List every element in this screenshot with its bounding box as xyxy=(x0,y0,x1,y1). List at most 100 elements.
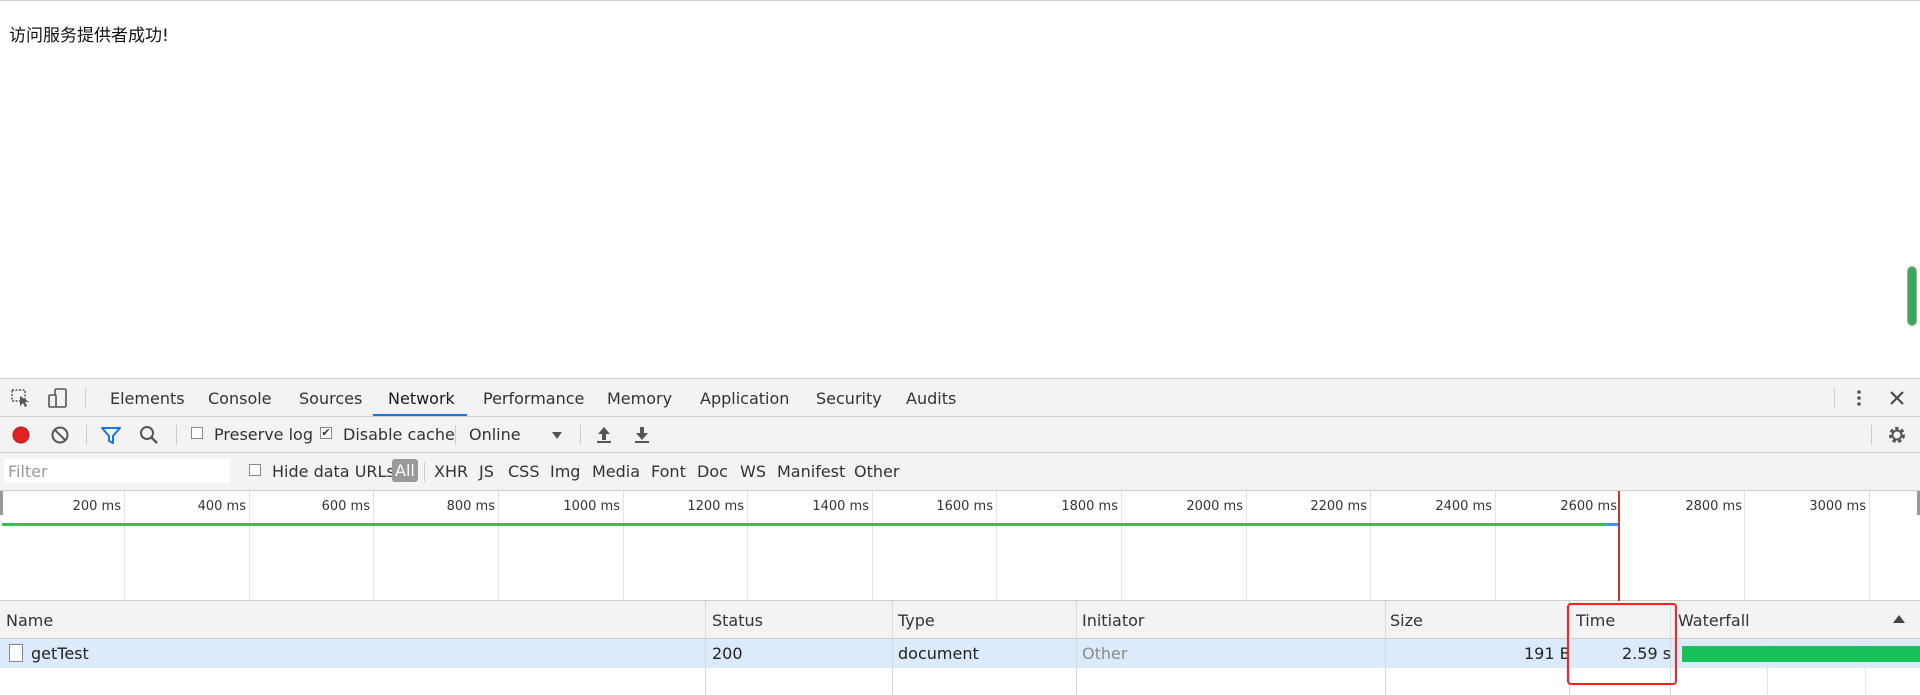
filter-type-css[interactable]: CSS xyxy=(508,462,539,481)
cell-status: 200 xyxy=(712,644,743,663)
overview-gridline xyxy=(124,491,125,601)
overview-tick-label: 1000 ms xyxy=(563,499,620,514)
column-header-name[interactable]: Name xyxy=(6,611,53,630)
cell-time: 2.59 s xyxy=(1622,644,1672,663)
column-header-time[interactable]: Time xyxy=(1576,611,1615,630)
filter-divider xyxy=(424,462,425,482)
cell-initiator: Other xyxy=(1082,644,1128,663)
page-scrollbar[interactable] xyxy=(1908,267,1916,325)
tab-security[interactable]: Security xyxy=(816,389,882,408)
devtools-tabbar: Elements Console Sources Network Perform… xyxy=(0,379,1920,417)
cell-name[interactable]: getTest xyxy=(31,644,89,663)
column-divider[interactable] xyxy=(892,601,893,695)
tabbar-divider xyxy=(85,388,86,408)
filter-type-img[interactable]: Img xyxy=(550,462,580,481)
waterfall-bar[interactable] xyxy=(1682,646,1920,662)
column-header-initiator[interactable]: Initiator xyxy=(1082,611,1144,630)
network-filter-bar: Hide data URLs All XHR JS CSS Img Media … xyxy=(0,453,1920,491)
hide-data-urls-checkbox[interactable] xyxy=(249,464,261,476)
column-header-status[interactable]: Status xyxy=(712,611,763,630)
active-tab-indicator xyxy=(373,414,467,416)
tab-audits[interactable]: Audits xyxy=(906,389,956,408)
disable-cache-checkbox[interactable]: ✔ xyxy=(320,427,332,439)
requests-table: Name Status Type Initiator Size Time Wat… xyxy=(0,601,1920,695)
filter-type-xhr[interactable]: XHR xyxy=(434,462,468,481)
devtools-panel: Elements Console Sources Network Perform… xyxy=(0,378,1920,695)
overview-gridline xyxy=(1869,491,1870,601)
toolbar-divider xyxy=(176,425,177,445)
overview-gridline xyxy=(1495,491,1496,601)
chevron-down-icon[interactable] xyxy=(546,426,568,446)
overview-tick-label: 2000 ms xyxy=(1186,499,1243,514)
inspect-element-icon[interactable] xyxy=(10,388,32,408)
disable-cache-label: Disable cache xyxy=(343,425,455,444)
filter-type-ws[interactable]: WS xyxy=(740,462,766,481)
sort-ascending-icon[interactable] xyxy=(1888,610,1910,630)
filter-type-media[interactable]: Media xyxy=(592,462,640,481)
filter-icon[interactable] xyxy=(100,425,122,445)
preserve-log-checkbox[interactable] xyxy=(191,427,203,439)
page-message: 访问服务提供者成功! xyxy=(9,26,169,46)
overview-tick-label: 2200 ms xyxy=(1310,499,1367,514)
filter-type-other[interactable]: Other xyxy=(854,462,899,481)
preserve-log-label: Preserve log xyxy=(214,425,313,444)
column-header-size[interactable]: Size xyxy=(1390,611,1423,630)
load-event-marker xyxy=(1618,491,1620,601)
network-toolbar: Preserve log ✔ Disable cache Online xyxy=(0,417,1920,453)
column-header-type[interactable]: Type xyxy=(898,611,935,630)
tab-elements[interactable]: Elements xyxy=(110,389,185,408)
tab-application[interactable]: Application xyxy=(700,389,789,408)
toolbar-divider xyxy=(455,425,456,445)
filter-type-manifest[interactable]: Manifest xyxy=(777,462,845,481)
close-icon[interactable] xyxy=(1886,388,1908,408)
tab-network[interactable]: Network xyxy=(388,389,455,408)
filter-type-font[interactable]: Font xyxy=(651,462,686,481)
column-divider[interactable] xyxy=(705,601,706,695)
overview-tick-label: 1600 ms xyxy=(936,499,993,514)
gear-icon[interactable] xyxy=(1886,425,1908,445)
table-header: Name Status Type Initiator Size Time Wat… xyxy=(0,601,1920,639)
overview-gridline xyxy=(498,491,499,601)
overview-tick-label: 1200 ms xyxy=(687,499,744,514)
column-divider[interactable] xyxy=(1076,601,1077,695)
overview-tick-label: 1400 ms xyxy=(812,499,869,514)
overview-gridline xyxy=(747,491,748,601)
overview-request-bar xyxy=(2,523,1608,526)
tab-memory[interactable]: Memory xyxy=(607,389,672,408)
tab-performance[interactable]: Performance xyxy=(483,389,584,408)
column-header-waterfall[interactable]: Waterfall xyxy=(1678,611,1750,630)
overview-request-bar-tail xyxy=(1606,523,1618,526)
overview-tick-label: 200 ms xyxy=(72,499,121,514)
hide-data-urls-label: Hide data URLs xyxy=(272,462,395,481)
tab-sources[interactable]: Sources xyxy=(299,389,362,408)
more-options-icon[interactable] xyxy=(1848,388,1870,408)
overview-tick-label: 1800 ms xyxy=(1061,499,1118,514)
cell-size: 191 B xyxy=(1524,644,1571,663)
toolbar-divider xyxy=(580,425,581,445)
export-har-icon[interactable] xyxy=(631,425,653,445)
overview-tick-label: 800 ms xyxy=(446,499,495,514)
clear-icon[interactable] xyxy=(49,425,71,445)
overview-tick-label: 400 ms xyxy=(197,499,246,514)
search-icon[interactable] xyxy=(138,425,160,445)
filter-type-js[interactable]: JS xyxy=(479,462,494,481)
overview-tick-label: 600 ms xyxy=(321,499,370,514)
table-row[interactable]: getTest 200 document Other 191 B 2.59 s xyxy=(0,639,1920,668)
overview-tick-label: 3000 ms xyxy=(1809,499,1866,514)
filter-type-doc[interactable]: Doc xyxy=(697,462,728,481)
import-har-icon[interactable] xyxy=(593,425,615,445)
overview-gridline xyxy=(1121,491,1122,601)
document-icon xyxy=(9,644,23,662)
network-overview[interactable]: 200 ms 400 ms 600 ms 800 ms 1000 ms 1200… xyxy=(0,491,1920,601)
record-icon[interactable] xyxy=(10,425,32,445)
column-divider[interactable] xyxy=(1569,601,1570,695)
device-toolbar-icon[interactable] xyxy=(47,388,69,408)
tab-console[interactable]: Console xyxy=(208,389,272,408)
filter-type-all[interactable]: All xyxy=(392,459,418,482)
throttling-select[interactable]: Online xyxy=(469,425,521,444)
column-divider[interactable] xyxy=(1385,601,1386,695)
column-divider[interactable] xyxy=(1670,601,1671,695)
toolbar-divider-right xyxy=(1871,425,1872,445)
overview-gridline xyxy=(1744,491,1745,601)
filter-input[interactable] xyxy=(4,459,230,483)
